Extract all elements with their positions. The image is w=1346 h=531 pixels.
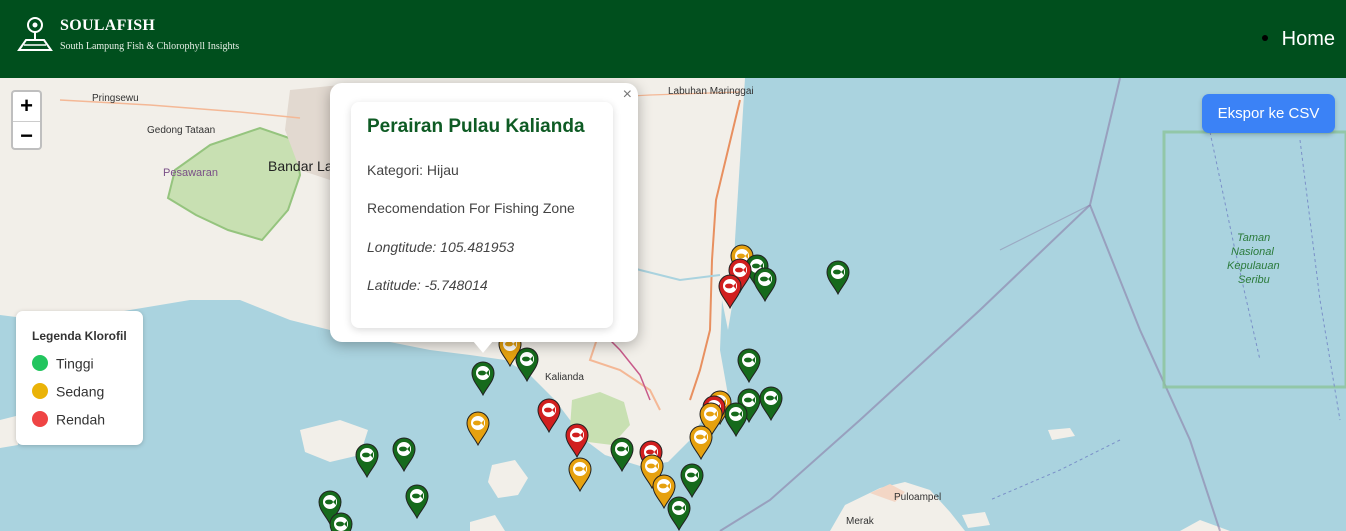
label-kalianda: Kalianda (545, 372, 584, 383)
popup-tip (473, 341, 493, 353)
label-kepulauan: Kepulauan (1227, 260, 1280, 272)
legend-panel: Legenda Klorofil Tinggi Sedang Rendah (16, 311, 143, 445)
label-pringsewu: Pringsewu (92, 93, 139, 104)
legend-item-sedang: Sedang (32, 382, 104, 400)
popup-category: Kategori: Hijau (367, 162, 459, 178)
legend-label: Rendah (56, 411, 106, 428)
label-seribu: Seribu (1238, 274, 1270, 286)
nav-home[interactable]: Home (1261, 28, 1335, 51)
legend-label: Tinggi (56, 355, 94, 372)
label-gedong: Gedong Tataan (147, 125, 216, 136)
label-merak: Merak (846, 516, 874, 527)
legend-item-rendah: Rendah (32, 410, 105, 428)
logo-icon (17, 17, 53, 51)
fish-marker-orange[interactable] (689, 425, 713, 461)
brand-tagline: South Lampung Fish & Chlorophyll Insight… (60, 41, 240, 52)
popup-recommendation: Recomendation For Fishing Zone (367, 200, 575, 216)
fish-marker-green[interactable] (329, 512, 353, 531)
popup-close-button[interactable]: × (623, 86, 632, 104)
fish-marker-green[interactable] (667, 496, 691, 531)
fish-marker-green[interactable] (610, 437, 634, 473)
popup-card: Perairan Pulau Kalianda Kategori: Hijau … (351, 102, 613, 328)
label-taman: Taman (1237, 232, 1271, 244)
fish-marker-red[interactable] (718, 274, 742, 310)
legend-label: Sedang (56, 383, 105, 400)
fish-marker-green[interactable] (759, 386, 783, 422)
fish-marker-green[interactable] (515, 347, 539, 383)
fish-marker-green[interactable] (826, 260, 850, 296)
label-labuhan: Labuhan Maringgai (668, 86, 754, 97)
label-pesawaran: Pesawaran (163, 167, 219, 179)
zoom-in-button[interactable]: + (13, 92, 40, 122)
location-popup: × Perairan Pulau Kalianda Kategori: Hija… (330, 83, 638, 342)
zoom-control: + − (11, 90, 42, 150)
fish-marker-orange[interactable] (568, 457, 592, 493)
legend-dot-red (32, 411, 48, 428)
fish-marker-green[interactable] (737, 348, 761, 384)
label-bandar: Bandar La (268, 158, 333, 174)
legend-item-tinggi: Tinggi (32, 354, 94, 372)
fish-marker-green[interactable] (355, 443, 379, 479)
export-csv-button[interactable]: Ekspor ke CSV (1202, 94, 1335, 133)
fish-marker-green[interactable] (724, 402, 748, 438)
fish-marker-red[interactable] (565, 423, 589, 459)
nav-bullet (1261, 34, 1268, 41)
map-area[interactable]: Labuhan Maringgai Pringsewu Gedong Tataa… (0, 78, 1346, 531)
fish-marker-green[interactable] (471, 361, 495, 397)
header: SOULAFISH South Lampung Fish & Chlorophy… (0, 0, 1346, 78)
label-puloampel: Puloampel (894, 492, 942, 503)
fish-marker-green[interactable] (680, 463, 704, 499)
fish-marker-green[interactable] (405, 484, 429, 520)
marker-layer (318, 244, 850, 531)
zoom-out-button[interactable]: − (13, 122, 40, 151)
popup-latitude: Latitude: -5.748014 (367, 277, 488, 293)
fish-marker-green[interactable] (753, 267, 777, 303)
fish-marker-green[interactable] (392, 437, 416, 473)
label-nasional: Nasional (1231, 246, 1274, 258)
popup-title: Perairan Pulau Kalianda (367, 116, 585, 137)
legend-dot-yellow (32, 383, 48, 400)
legend-dot-green (32, 355, 48, 372)
nav-home-label: Home (1281, 28, 1335, 50)
popup-longitude: Longtitude: 105.481953 (367, 239, 515, 255)
legend-title: Legenda Klorofil (32, 329, 127, 343)
fish-marker-orange[interactable] (466, 411, 490, 447)
fish-marker-red[interactable] (537, 398, 561, 434)
brand-name: SOULAFISH (60, 17, 156, 34)
